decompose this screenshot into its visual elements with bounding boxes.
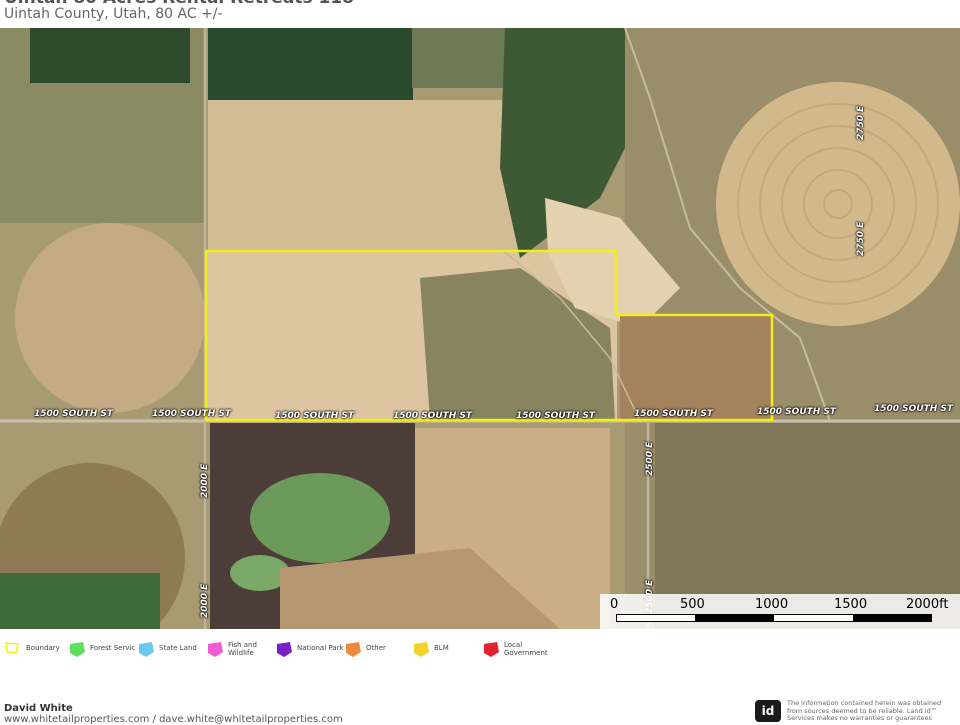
scale-label: 1000 [755,597,789,612]
field [208,100,518,250]
road-label: 2750 E [856,221,866,256]
road-label: 1500 SOUTH ST [34,409,114,419]
road-label: 1500 SOUTH ST [275,411,355,421]
parcel-terrain [620,316,772,420]
pond [250,473,390,563]
scale-bar-graphic [616,614,932,622]
scale-label: 0 [610,597,619,612]
scale-label: 1500 [834,597,868,612]
land-id-logo: id [755,700,781,722]
state-land-swatch-icon [139,642,154,657]
local-government-swatch-icon [484,642,499,657]
other-swatch-icon [346,642,361,657]
crop-field [208,28,413,100]
crop-field [0,573,160,629]
road-label: 2750 E [856,105,866,140]
scale-label: 500 [680,597,705,612]
road-label: 2500 E [645,441,655,476]
road-label: 1500 SOUTH ST [874,404,954,414]
legend: Boundary Forest Servic State Land Fish a… [0,636,960,666]
road-label: 1500 SOUTH ST [634,409,714,419]
road-label: 2000 E [200,583,210,618]
satellite-map[interactable]: 1500 SOUTH ST 1500 SOUTH ST 1500 SOUTH S… [0,28,960,629]
road-label: 1500 SOUTH ST [516,411,596,421]
crop-field [30,28,190,83]
road-label: 1500 SOUTH ST [393,411,473,421]
map-subtitle: Uintah County, Utah, 80 AC +/- [4,6,223,22]
road-label: 1500 SOUTH ST [152,409,232,419]
center-pivot [716,82,960,326]
map-imagery [0,28,960,629]
forest-service-swatch-icon [70,642,85,657]
national-park-swatch-icon [277,642,292,657]
agent-name: David White [4,703,73,714]
disclaimer-text: The information contained herein was obt… [787,699,942,722]
road-label: 2000 E [200,463,210,498]
pivot-field [15,223,205,413]
scale-label: 2000ft [906,597,949,612]
header: Uintah 80 Acres Rental Retreats 118 Uint… [0,0,960,28]
scale-bar: 0 500 1000 1500 2000ft [600,594,960,629]
road-label: 1500 SOUTH ST [757,407,837,417]
boundary-swatch-icon [5,642,19,654]
fish-wildlife-swatch-icon [208,642,223,657]
blm-swatch-icon [414,642,429,657]
